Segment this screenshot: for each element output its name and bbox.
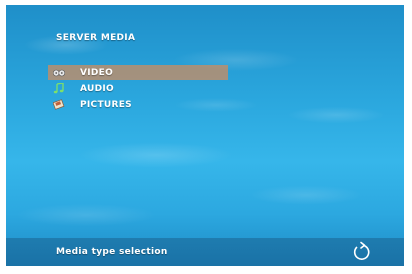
menu-item-label: AUDIO (80, 83, 114, 94)
menu-item-video[interactable]: VIDEO (48, 65, 228, 80)
menu-item-label: PICTURES (80, 99, 132, 110)
menu-item-label: VIDEO (80, 67, 114, 78)
status-text: Media type selection (56, 247, 168, 257)
media-screen: SERVER MEDIA VIDEO AUDIO PICTURES Media … (6, 5, 404, 266)
page-title: SERVER MEDIA (56, 33, 136, 43)
film-reel-icon (52, 67, 66, 79)
back-arrow-icon[interactable] (350, 241, 372, 263)
menu-item-pictures[interactable]: PICTURES (48, 97, 228, 112)
menu-item-audio[interactable]: AUDIO (48, 81, 228, 96)
music-note-icon (52, 83, 66, 95)
picture-icon (52, 99, 66, 111)
status-bar: Media type selection (6, 238, 404, 266)
media-type-menu: VIDEO AUDIO PICTURES (48, 65, 228, 113)
